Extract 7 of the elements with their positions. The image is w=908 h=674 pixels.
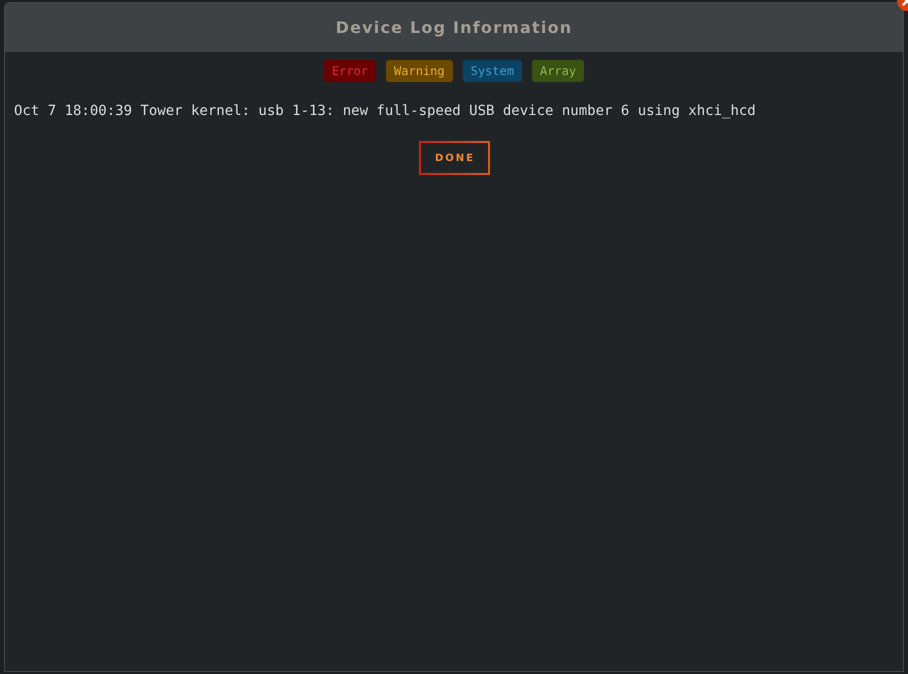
- done-button[interactable]: DONE: [418, 141, 490, 175]
- legend-tag: Array: [532, 60, 584, 82]
- log-line: Oct 7 18:00:39 Tower kernel: usb 1-13: new full-speed USB device number 6 using xhci_hcd: [14, 103, 757, 120]
- legend-tag: Error: [324, 60, 376, 82]
- legend-tag: System: [462, 60, 522, 82]
- dialog-title: Device Log Information: [336, 18, 572, 37]
- legend-tag: Warning: [386, 60, 453, 82]
